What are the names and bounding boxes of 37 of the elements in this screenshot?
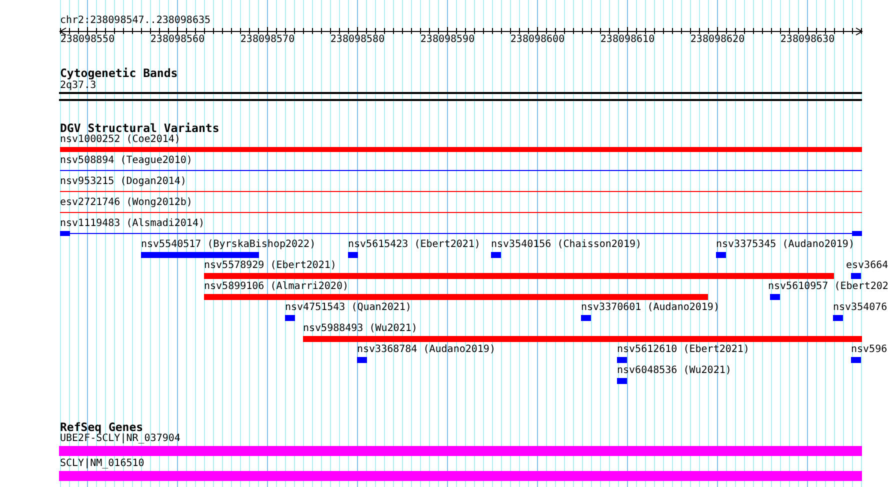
band-label: 2q37.3 (60, 80, 96, 92)
variant-label: nsv4751543 (Quan2021) (285, 302, 412, 314)
variant-label: nsv3375345 (Audano2019) (716, 239, 854, 251)
variant-label: nsv508894 (Teague2010) (60, 155, 192, 167)
tick-label: 238098590 (420, 34, 475, 46)
tick-label: 238098550 (60, 34, 115, 46)
variant-label: nsv1000252 (Coe2014) (60, 134, 180, 146)
gene-label: SCLY|NM_016510 (60, 458, 144, 470)
tick-label: 238098580 (330, 34, 385, 46)
variant-label: nsv6048536 (Wu2021) (617, 365, 732, 377)
variant-label: nsv953215 (Dogan2014) (60, 176, 186, 188)
track-title: RefSeq Genes (60, 420, 144, 434)
gene-label: UBE2F-SCLY|NR_037904 (60, 433, 180, 445)
variant-label: nsv3370601 (Audano2019) (581, 302, 720, 314)
variant-label: nsv5540517 (ByrskaBishop2022) (141, 239, 316, 251)
variant-label: nsv5612610 (Ebert2021) (617, 344, 750, 356)
tick-label: 238098620 (690, 34, 745, 46)
track-title: Cytogenetic Bands (60, 66, 178, 80)
variant-label: nsv5615423 (Ebert2021) (348, 239, 480, 251)
variant-label: nsv5610957 (Ebert202 (768, 281, 888, 293)
genomic-range: chr2:238098547..238098635 (60, 15, 211, 27)
tick-label: 238098610 (600, 34, 655, 46)
track-title: DGV Structural Variants (60, 121, 220, 135)
tick-label: 238098560 (150, 34, 205, 46)
variant-label: nsv596 (851, 344, 888, 356)
variant-label: nsv5899106 (Almarri2020) (204, 281, 348, 293)
variant-label: nsv3540156 (Chaisson2019) (491, 239, 642, 251)
tick-label: 238098630 (780, 34, 835, 46)
variant-label: nsv5578929 (Ebert2021) (204, 260, 336, 272)
variant-label: nsv354076 (833, 302, 888, 314)
variant-label: esv2721746 (Wong2012b) (60, 197, 192, 209)
variant-label: nsv1119483 (Alsmadi2014) (60, 218, 204, 230)
variant-label: esv3664 (846, 260, 888, 272)
tick-label: 238098600 (510, 34, 565, 46)
variant-label: nsv3368784 (Audano2019) (357, 344, 496, 356)
variant-label: nsv5988493 (Wu2021) (303, 323, 418, 335)
tick-label: 238098570 (240, 34, 295, 46)
